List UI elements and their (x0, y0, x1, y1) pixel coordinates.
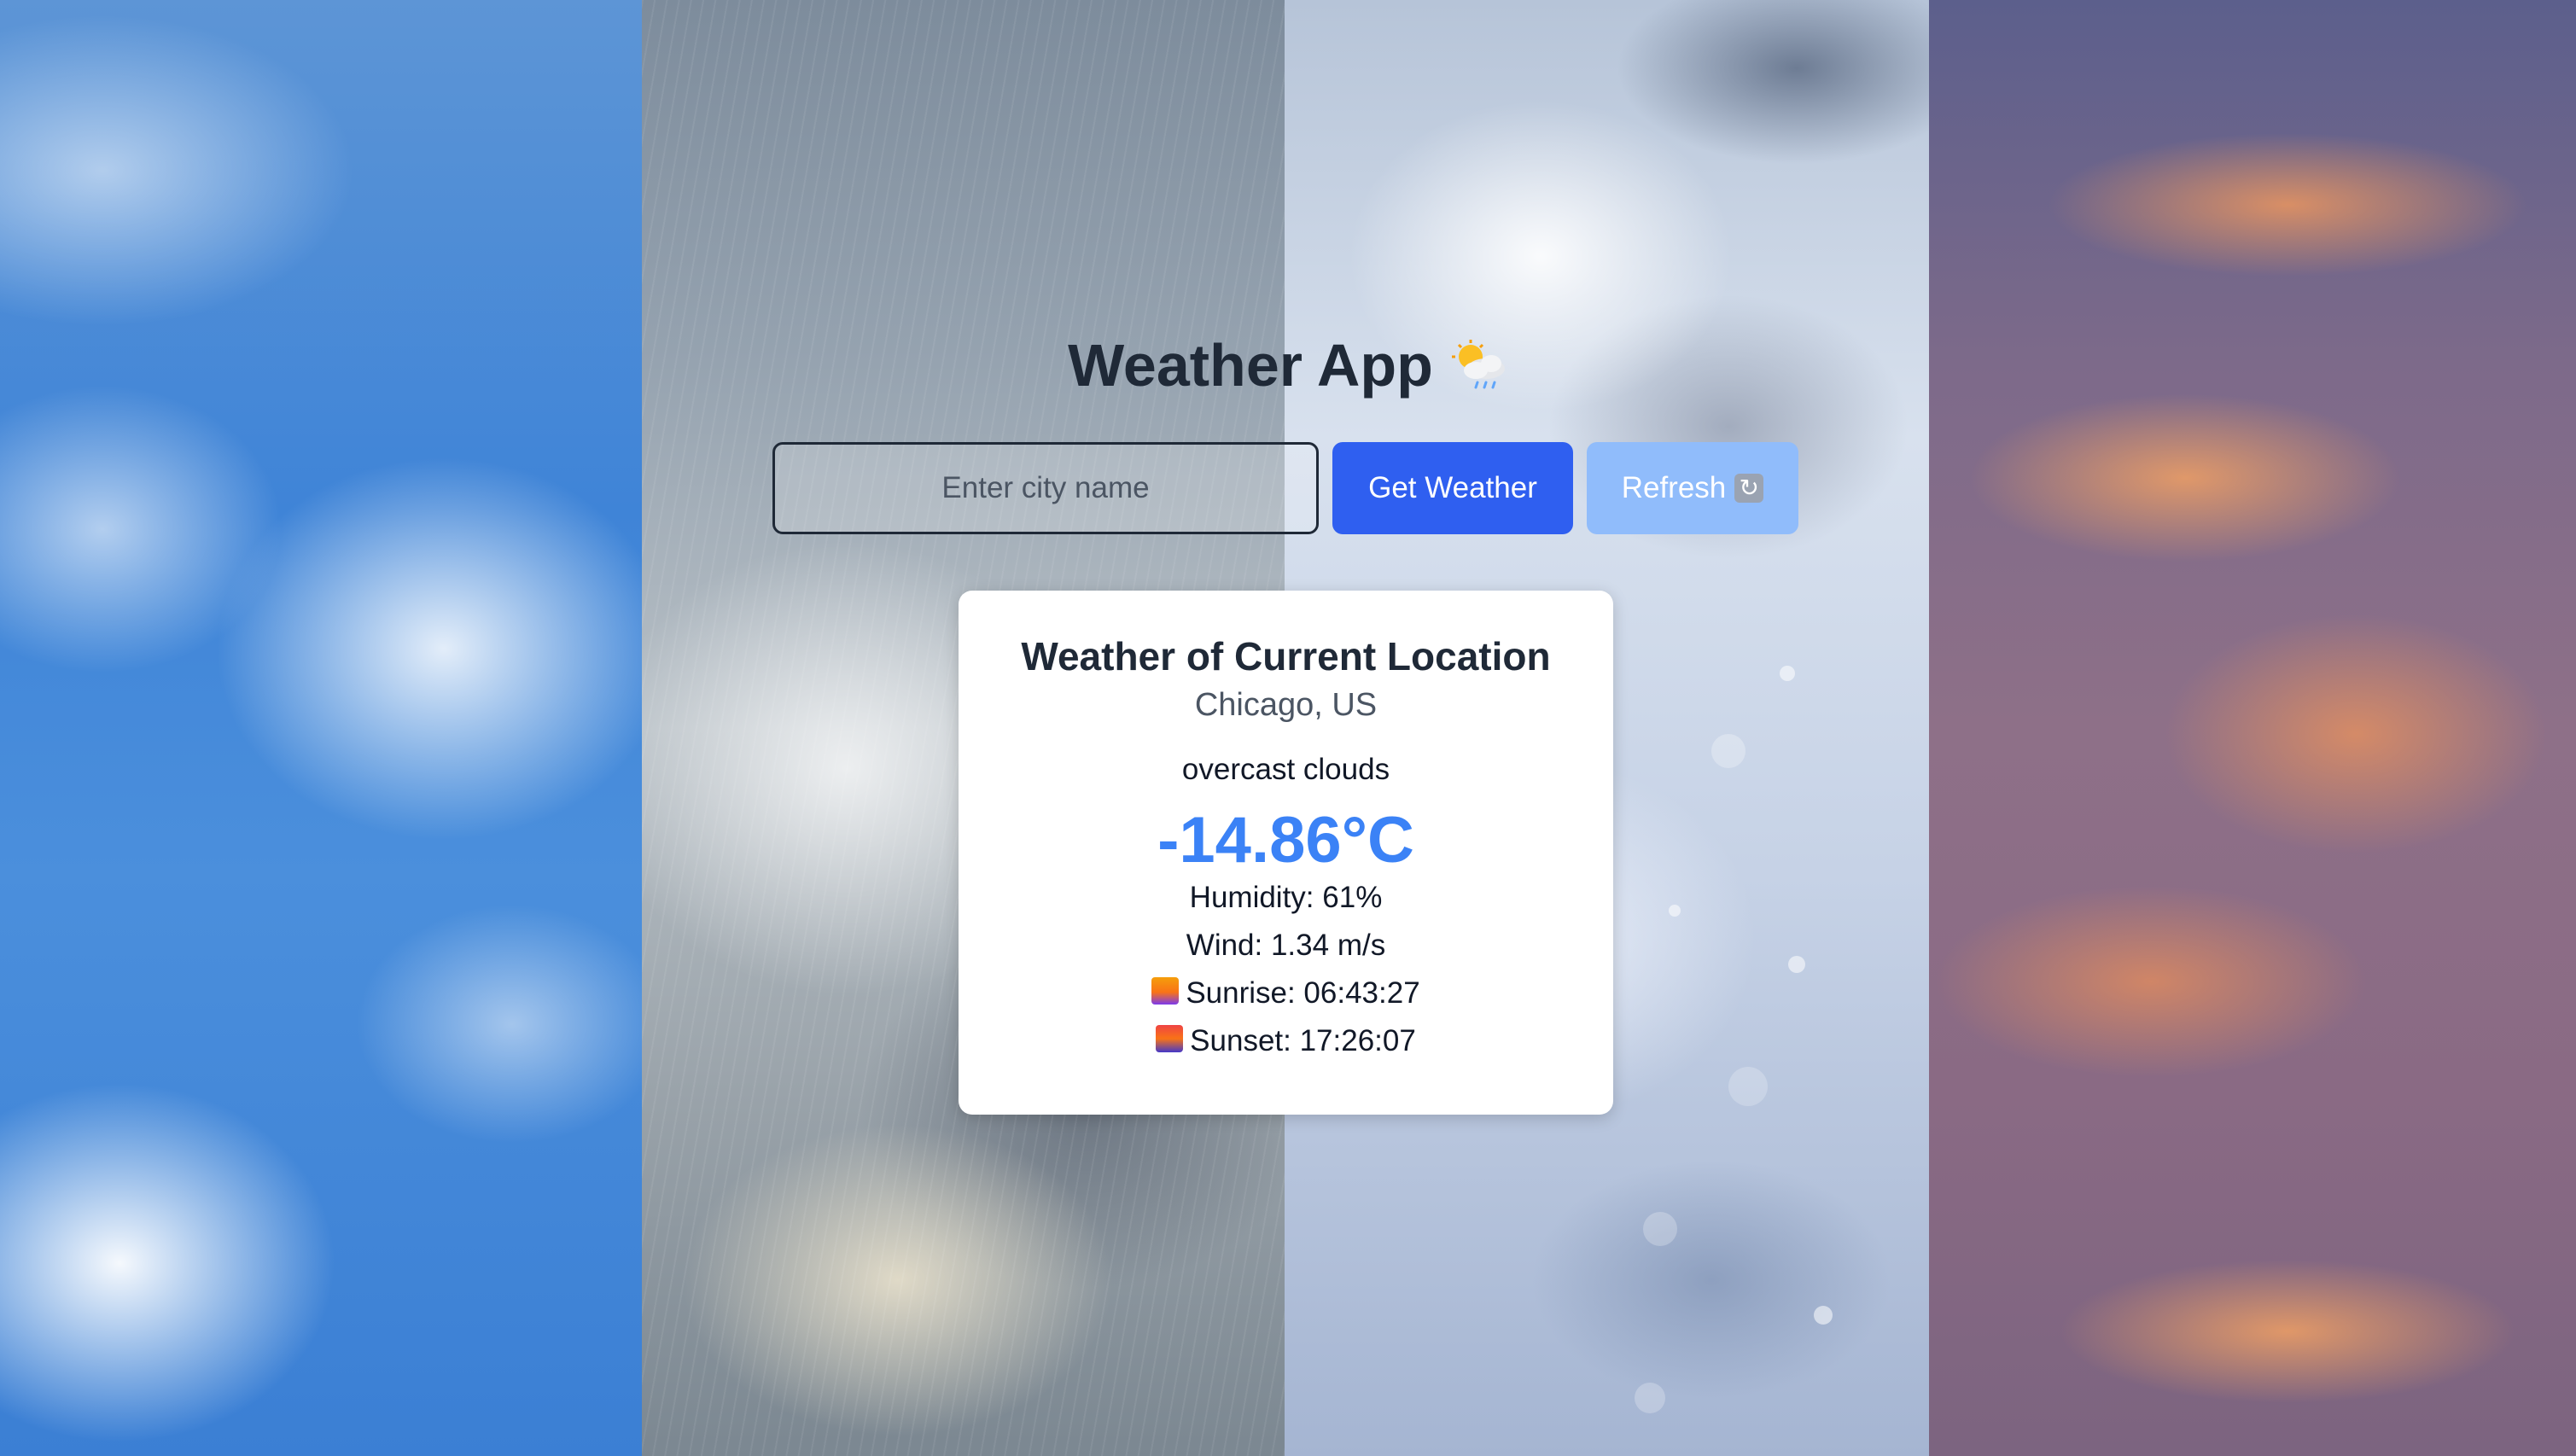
snowflake (1669, 905, 1681, 917)
snowflake (1788, 956, 1805, 973)
sunrise-text: Sunrise: 06:43:27 (1186, 976, 1420, 1010)
snowflake (1814, 1306, 1833, 1325)
get-weather-button[interactable]: Get Weather (1332, 442, 1573, 534)
card-heading: Weather of Current Location (1021, 634, 1551, 678)
snowflake (1635, 1383, 1665, 1413)
sunrise-row: Sunrise: 06:43:27 (959, 970, 1613, 1017)
refresh-label: Refresh (1621, 471, 1727, 504)
sunrise-icon (1151, 977, 1180, 1005)
weather-description: overcast clouds (1181, 753, 1390, 786)
background-sunny-sky (0, 0, 644, 1456)
background-sunset-sky (1929, 0, 2576, 1456)
refresh-icon: ↻ (1734, 474, 1764, 503)
location-text: Chicago, US (1194, 687, 1378, 723)
snowflake (1780, 666, 1795, 681)
app-root: Weather App Enter city name Get Weather … (0, 0, 2576, 1456)
sunset-icon (1156, 1025, 1184, 1052)
sunset-row: Sunset: 17:26:07 (959, 1017, 1613, 1065)
snowflake (1711, 734, 1746, 768)
snowflake (1728, 1067, 1768, 1106)
temperature-value: -14.86°C (1157, 804, 1414, 877)
sun-behind-rain-cloud-icon (1448, 338, 1508, 393)
app-title-text: Weather App (1068, 332, 1433, 399)
sunset-text: Sunset: 17:26:07 (1190, 1024, 1416, 1057)
wind-text: Wind: 1.34 m/s (1186, 929, 1386, 962)
refresh-button[interactable]: Refresh ↻ (1587, 442, 1798, 534)
city-search-input[interactable] (772, 442, 1319, 534)
search-controls: Get Weather Refresh ↻ (772, 442, 1798, 534)
weather-card: Weather of Current Location Chicago, US … (959, 591, 1613, 1115)
snowflake (1643, 1212, 1677, 1246)
humidity-text: Humidity: 61% (1189, 881, 1383, 914)
app-title: Weather App (0, 331, 2576, 399)
get-weather-label: Get Weather (1368, 471, 1537, 504)
